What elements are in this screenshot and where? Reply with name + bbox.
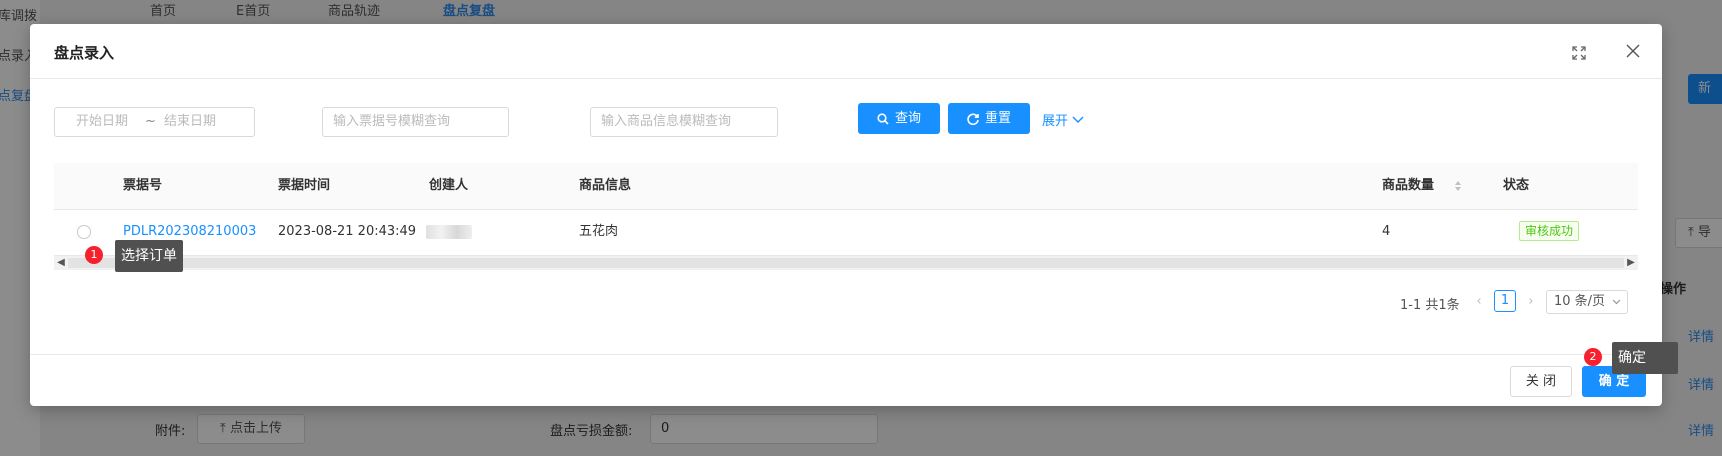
start-date-placeholder: 开始日期 [76, 114, 129, 129]
close-icon[interactable] [1622, 40, 1644, 62]
column-creator: 创建人 [429, 178, 469, 193]
date-separator: ~ [145, 114, 156, 129]
hint-confirm: 确定 [1612, 342, 1678, 374]
table-header: 票据号 票据时间 创建人 商品信息 商品数量 状态 [54, 163, 1638, 210]
column-goods-info: 商品信息 [579, 178, 632, 193]
goods-search-input[interactable]: 输入商品信息模糊查询 [590, 107, 778, 137]
next-page-icon[interactable]: › [1520, 291, 1542, 313]
expand-label: 展开 [1042, 114, 1069, 129]
modal-header: 盘点录入 [30, 24, 1662, 79]
status-badge: 审核成功 [1519, 221, 1580, 241]
chevron-down-icon [1612, 299, 1621, 305]
end-date-placeholder: 结束日期 [164, 114, 217, 129]
fullscreen-icon[interactable] [1568, 42, 1590, 64]
table-row[interactable]: PDLR202308210003 2023-08-21 20:43:49 五花肉… [54, 209, 1638, 256]
hint-badge-2: 2 [1584, 348, 1602, 366]
column-quantity[interactable]: 商品数量 [1382, 163, 1434, 209]
horizontal-scrollbar[interactable]: ◀ ▶ [54, 256, 1638, 270]
refresh-icon [967, 112, 979, 125]
page-number-button[interactable]: 1 [1494, 290, 1516, 312]
scrollbar-thumb[interactable] [68, 258, 1624, 268]
modal-footer: 关 闭 确 定 [30, 354, 1662, 407]
date-range-picker[interactable]: 开始日期 ~ 结束日期 [54, 107, 255, 137]
query-button[interactable]: 查询 [858, 103, 940, 134]
chevron-down-icon [1072, 116, 1084, 123]
column-ticket-time: 票据时间 [278, 178, 331, 193]
ticket-search-input[interactable]: 输入票据号模糊查询 [322, 107, 509, 137]
sort-icon[interactable] [1454, 180, 1462, 192]
modal-title: 盘点录入 [54, 44, 115, 62]
scroll-left-icon[interactable]: ◀ [54, 256, 68, 270]
creator-blurred [426, 225, 472, 239]
goods-info-cell: 五花肉 [579, 224, 619, 239]
reset-label: 重置 [984, 111, 1011, 126]
hint-select-order: 选择订单 [115, 240, 183, 272]
row-select-radio[interactable] [77, 225, 91, 239]
column-status: 状态 [1503, 178, 1530, 193]
query-label: 查询 [894, 111, 921, 126]
ticket-search-placeholder: 输入票据号模糊查询 [333, 114, 451, 129]
ticket-time-cell: 2023-08-21 20:43:49 [278, 224, 417, 239]
column-ticket-no: 票据号 [123, 178, 163, 193]
expand-toggle[interactable]: 展开 [1042, 110, 1084, 129]
inventory-entry-modal: 盘点录入 开始日期 ~ 结束日期 输入票据号模糊查询 输入商品信息模糊查询 查询… [30, 24, 1662, 406]
search-icon [877, 112, 889, 125]
scroll-right-icon[interactable]: ▶ [1624, 256, 1638, 270]
hint-badge-1: 1 [85, 246, 103, 264]
reset-button[interactable]: 重置 [948, 103, 1030, 134]
page-size-select[interactable]: 10 条/页 [1546, 290, 1628, 314]
pagination-total: 1-1 共1条 [1400, 298, 1460, 313]
quantity-cell: 4 [1382, 224, 1391, 239]
close-button[interactable]: 关 闭 [1510, 366, 1572, 397]
page-size-value: 10 条/页 [1554, 294, 1606, 309]
prev-page-icon[interactable]: ‹ [1468, 291, 1490, 313]
goods-search-placeholder: 输入商品信息模糊查询 [601, 114, 732, 129]
